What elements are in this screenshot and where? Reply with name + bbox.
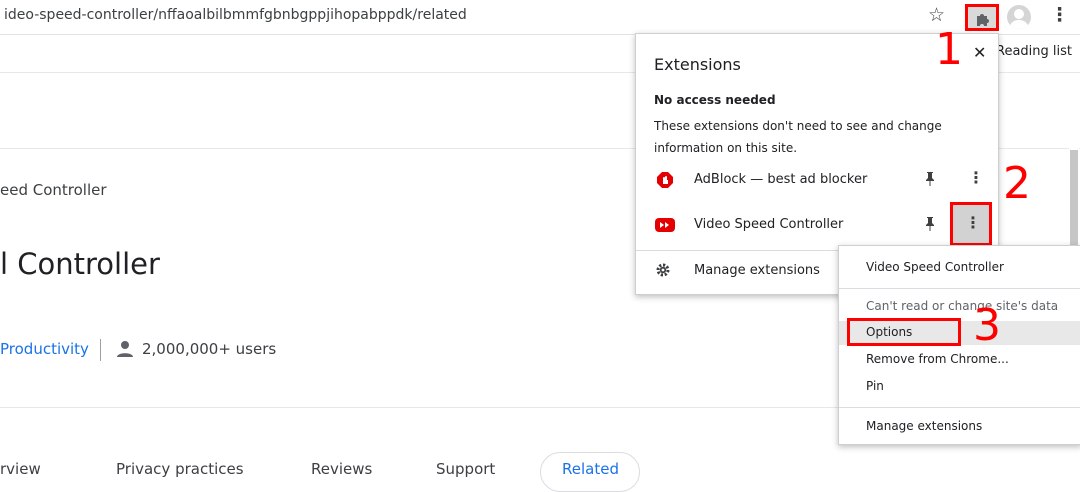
divider [839, 407, 1080, 408]
manage-extensions-link[interactable]: Manage extensions [694, 263, 820, 278]
menu-item-manage-extensions[interactable]: Manage extensions [839, 415, 1080, 439]
youtube-icon [655, 218, 675, 232]
puzzle-icon [977, 14, 989, 26]
divider [100, 339, 101, 361]
menu-item-pin[interactable]: Pin [839, 375, 1080, 399]
user-count: 2,000,000+ users [142, 340, 277, 358]
tab-support[interactable]: Support [436, 460, 495, 478]
extension-name: Video Speed Controller [694, 217, 844, 232]
tab-reviews[interactable]: Reviews [311, 460, 372, 478]
section-description: These extensions don't need to see and c… [654, 119, 942, 155]
popup-title: Extensions [654, 55, 741, 74]
breadcrumb-extension-name: eed Controller [0, 181, 107, 199]
page-title: l Controller [0, 247, 160, 281]
tab-overview[interactable]: rview [0, 460, 41, 478]
annotation-number-2: 2 [1003, 158, 1031, 209]
pin-icon[interactable] [924, 171, 936, 187]
section-title: No access needed [654, 93, 776, 107]
adblock-icon [657, 172, 673, 188]
close-icon[interactable]: ✕ [973, 43, 986, 62]
pin-icon[interactable] [924, 216, 936, 232]
tab-privacy-practices[interactable]: Privacy practices [116, 460, 244, 478]
menu-item-site-access: Can't read or change site's data [866, 299, 1059, 313]
category-link[interactable]: Productivity [0, 340, 89, 358]
more-options-icon[interactable]: ⋮ [968, 168, 984, 187]
profile-avatar[interactable] [1007, 5, 1031, 29]
divider [839, 288, 1080, 289]
reading-list-button[interactable]: Reading list [996, 44, 1072, 59]
star-icon[interactable]: ☆ [928, 4, 945, 26]
browser-menu-kebab-icon[interactable]: ⋮ [1050, 4, 1069, 26]
menu-item-remove-from-chrome[interactable]: Remove from Chrome... [839, 348, 1080, 372]
kebab-icon: ⋮ [965, 213, 981, 232]
extensions-button[interactable] [965, 4, 999, 31]
extension-row-adblock[interactable]: AdBlock — best ad blocker ⋮ [636, 162, 998, 198]
tab-related[interactable]: Related [562, 460, 619, 478]
annotation-number-3: 3 [973, 300, 1001, 351]
address-bar-url[interactable]: ideo-speed-controller/nffaoalbilbmmfgbnb… [4, 7, 467, 23]
extension-name: AdBlock — best ad blocker [694, 172, 868, 187]
user-icon [117, 341, 133, 357]
options-highlight-box [847, 318, 961, 346]
more-options-button-active[interactable]: ⋮ [950, 202, 992, 246]
annotation-number-1: 1 [935, 24, 963, 75]
gear-icon [656, 263, 670, 277]
extension-row-video-speed-controller[interactable]: Video Speed Controller [636, 207, 998, 243]
menu-item-extension-name[interactable]: Video Speed Controller [839, 256, 1080, 280]
